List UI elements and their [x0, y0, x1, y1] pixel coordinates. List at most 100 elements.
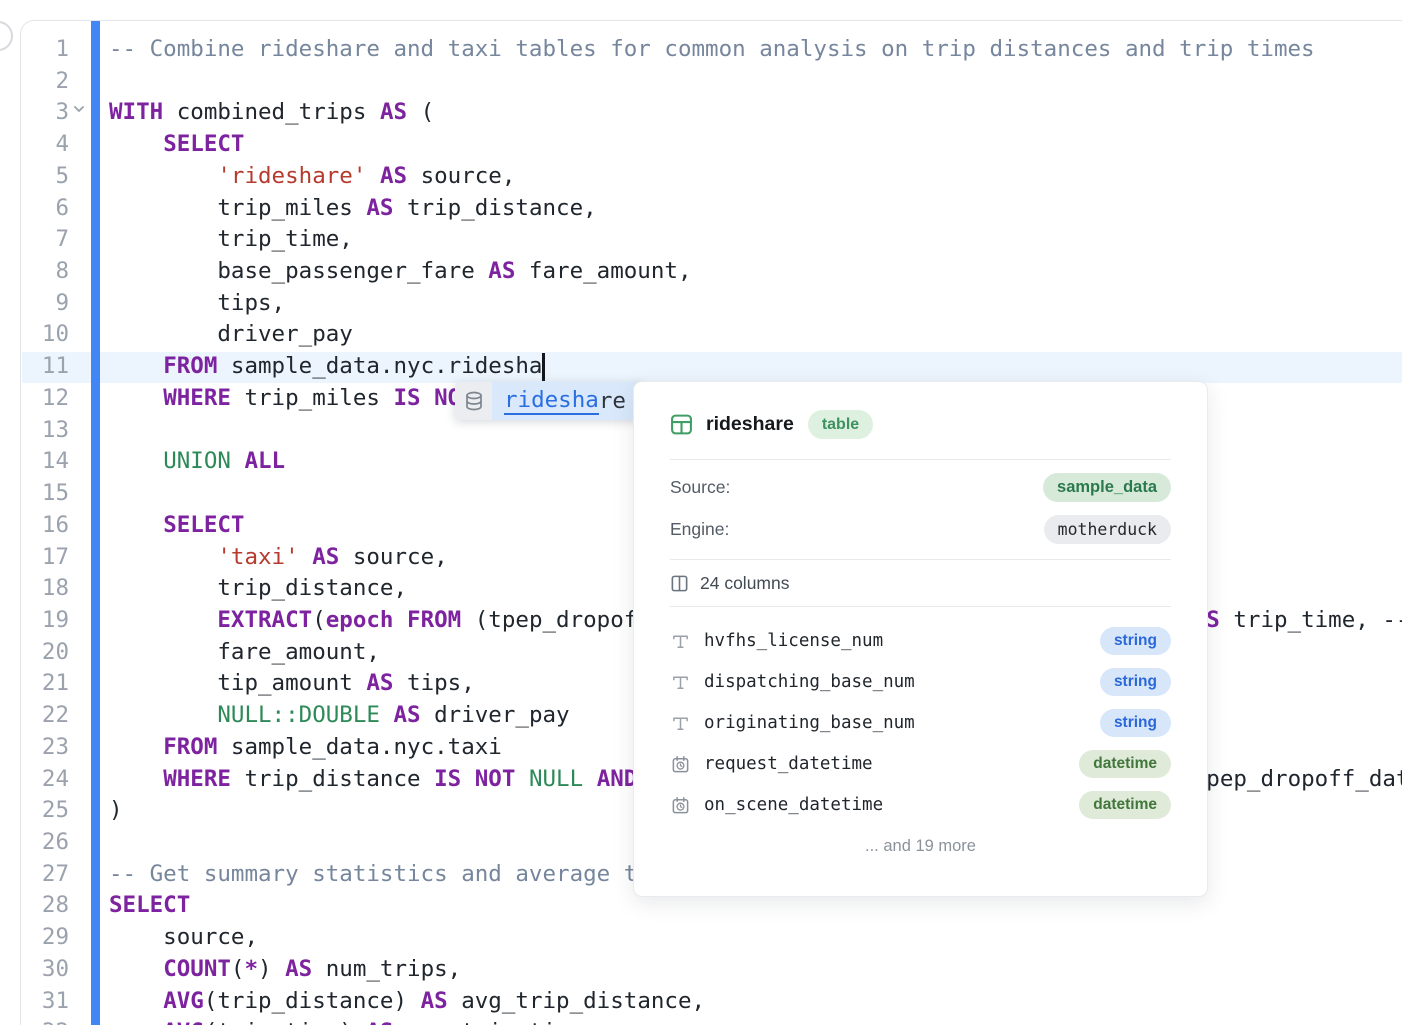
code-token: combined_trips: [163, 99, 380, 125]
code-token: NULL::DOUBLE: [217, 702, 380, 728]
line-number[interactable]: 1: [21, 34, 69, 66]
line-number[interactable]: 12: [21, 383, 69, 415]
column-row: on_scene_datetime datetime: [670, 791, 1171, 819]
code-token: SELECT: [109, 892, 190, 918]
line-number[interactable]: 19: [21, 605, 69, 637]
line-number[interactable]: 5: [21, 161, 69, 193]
line-number[interactable]: 9: [21, 288, 69, 320]
engine-value-badge: motherduck: [1044, 515, 1171, 544]
line-number[interactable]: 7: [21, 224, 69, 256]
code-token: [393, 607, 407, 633]
autocomplete-rest-text: re: [599, 388, 626, 414]
code-token: SELECT: [163, 131, 244, 157]
column-type-badge: string: [1100, 627, 1171, 655]
line-number[interactable]: 24: [21, 764, 69, 796]
line-number[interactable]: 27: [21, 859, 69, 891]
line-number[interactable]: 21: [21, 668, 69, 700]
line-number[interactable]: 6: [21, 193, 69, 225]
code-line[interactable]: [109, 66, 1402, 98]
column-type-badge: datetime: [1079, 750, 1171, 778]
line-number[interactable]: 28: [21, 890, 69, 922]
line-number[interactable]: 23: [21, 732, 69, 764]
code-line[interactable]: FROM sample_data.nyc.ridesha: [109, 351, 1402, 383]
code-line[interactable]: tips,: [109, 288, 1402, 320]
code-token: [231, 448, 245, 474]
line-number[interactable]: 11: [21, 351, 69, 383]
code-token: EXTRACT: [217, 607, 312, 633]
text-cursor: [542, 353, 545, 381]
code-token: [366, 163, 380, 189]
code-line[interactable]: AVG(trip_distance) AS avg_trip_distance,: [109, 986, 1402, 1018]
code-token: [109, 544, 217, 570]
line-number[interactable]: 29: [21, 922, 69, 954]
code-line[interactable]: trip_miles AS trip_distance,: [109, 193, 1402, 225]
code-token: [109, 607, 217, 633]
editor-gutter: 1234567891011121314151617181920212223242…: [21, 34, 69, 1025]
code-token: WHERE: [163, 766, 231, 792]
code-token: [515, 766, 529, 792]
source-row: Source: sample_data: [670, 472, 1171, 502]
code-token: [109, 448, 163, 474]
column-type-badge: string: [1100, 709, 1171, 737]
columns-summary: 24 columns: [670, 569, 1171, 597]
line-number[interactable]: 18: [21, 573, 69, 605]
code-token: [583, 766, 597, 792]
code-token: tip_amount: [109, 670, 366, 696]
code-line[interactable]: trip_time,: [109, 224, 1402, 256]
code-line[interactable]: WITH combined_trips AS (: [109, 97, 1402, 129]
code-token: AVG: [163, 1019, 204, 1025]
line-number[interactable]: 31: [21, 986, 69, 1018]
line-number[interactable]: 20: [21, 637, 69, 669]
code-line[interactable]: source,: [109, 922, 1402, 954]
code-token: [109, 163, 217, 189]
line-number[interactable]: 13: [21, 415, 69, 447]
code-line[interactable]: driver_pay: [109, 319, 1402, 351]
line-number[interactable]: 14: [21, 446, 69, 478]
code-token: trip_miles: [231, 385, 394, 411]
column-name: originating_base_num: [704, 713, 1100, 733]
code-token: AVG: [163, 988, 204, 1014]
code-token: fare_amount,: [515, 258, 691, 284]
datetime-type-icon: [670, 796, 690, 815]
line-number[interactable]: 26: [21, 827, 69, 859]
line-number[interactable]: 15: [21, 478, 69, 510]
code-token: [109, 1019, 163, 1025]
line-number[interactable]: 30: [21, 954, 69, 986]
line-number[interactable]: 8: [21, 256, 69, 288]
code-token: [109, 512, 163, 538]
line-number[interactable]: 2: [21, 66, 69, 98]
code-token: (: [312, 607, 326, 633]
code-token: 'rideshare': [217, 163, 366, 189]
code-token: sample_data.nyc.ridesha: [217, 353, 542, 379]
code-token: AS: [380, 163, 407, 189]
code-token: [380, 702, 394, 728]
code-line[interactable]: 'rideshare' AS source,: [109, 161, 1402, 193]
code-token: trip_time,: [109, 226, 353, 252]
code-line[interactable]: COUNT(*) AS num_trips,: [109, 954, 1402, 986]
line-number[interactable]: 10: [21, 319, 69, 351]
line-number[interactable]: 25: [21, 795, 69, 827]
code-token: avg_trip_distance,: [448, 988, 705, 1014]
column-name: on_scene_datetime: [704, 795, 1079, 815]
fold-chevron-icon[interactable]: [71, 101, 91, 121]
code-token: (trip_time): [204, 1019, 367, 1025]
code-token: [109, 353, 163, 379]
code-line[interactable]: SELECT: [109, 129, 1402, 161]
line-number[interactable]: 4: [21, 129, 69, 161]
column-type-badge: string: [1100, 668, 1171, 696]
line-number[interactable]: 22: [21, 700, 69, 732]
line-number[interactable]: 17: [21, 542, 69, 574]
code-line[interactable]: -- Combine rideshare and taxi tables for…: [109, 34, 1402, 66]
code-token: trip_time, -- seconds: [1220, 607, 1402, 633]
line-number[interactable]: 16: [21, 510, 69, 542]
code-token: trip_distance,: [109, 575, 407, 601]
table-name: rideshare: [706, 413, 794, 436]
code-token: NOT: [475, 766, 516, 792]
code-token: AS: [393, 702, 420, 728]
string-type-icon: [670, 714, 690, 733]
code-token: -- Combine rideshare and taxi tables for…: [109, 36, 1315, 62]
autocomplete-item-rideshare[interactable]: rideshare: [492, 382, 644, 420]
line-number[interactable]: 3: [21, 97, 69, 129]
code-line[interactable]: base_passenger_fare AS fare_amount,: [109, 256, 1402, 288]
string-type-icon: [670, 673, 690, 692]
